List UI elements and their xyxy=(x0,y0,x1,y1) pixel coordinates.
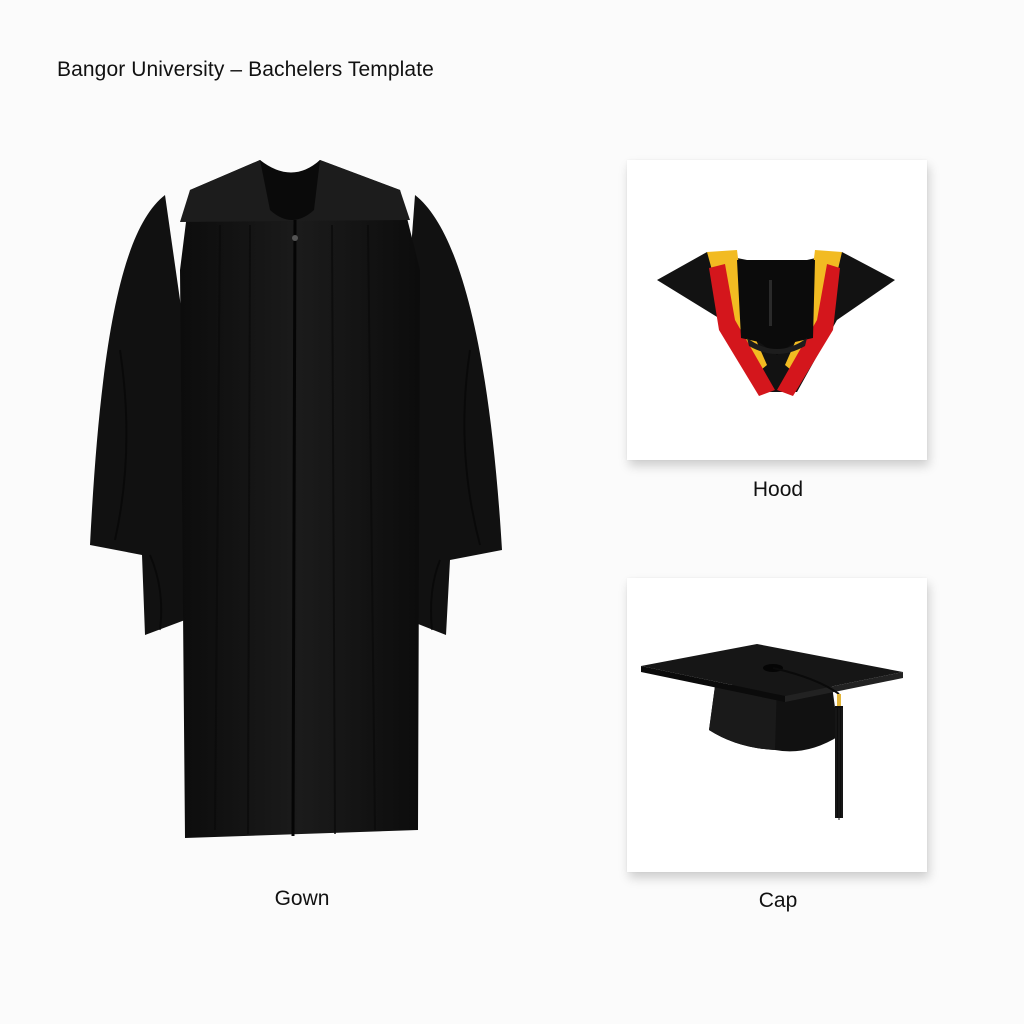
cap-card[interactable] xyxy=(627,578,927,872)
hood-caption: Hood xyxy=(752,478,804,501)
page-title: Bangor University – Bachelers Template xyxy=(57,58,434,81)
cap-caption: Cap xyxy=(758,889,798,912)
hood-card[interactable] xyxy=(627,160,927,460)
hood-image xyxy=(657,250,895,396)
gown-image xyxy=(80,150,520,860)
gown-caption: Gown xyxy=(274,887,330,910)
gown-illustration xyxy=(90,160,502,838)
cap-image xyxy=(641,644,903,820)
